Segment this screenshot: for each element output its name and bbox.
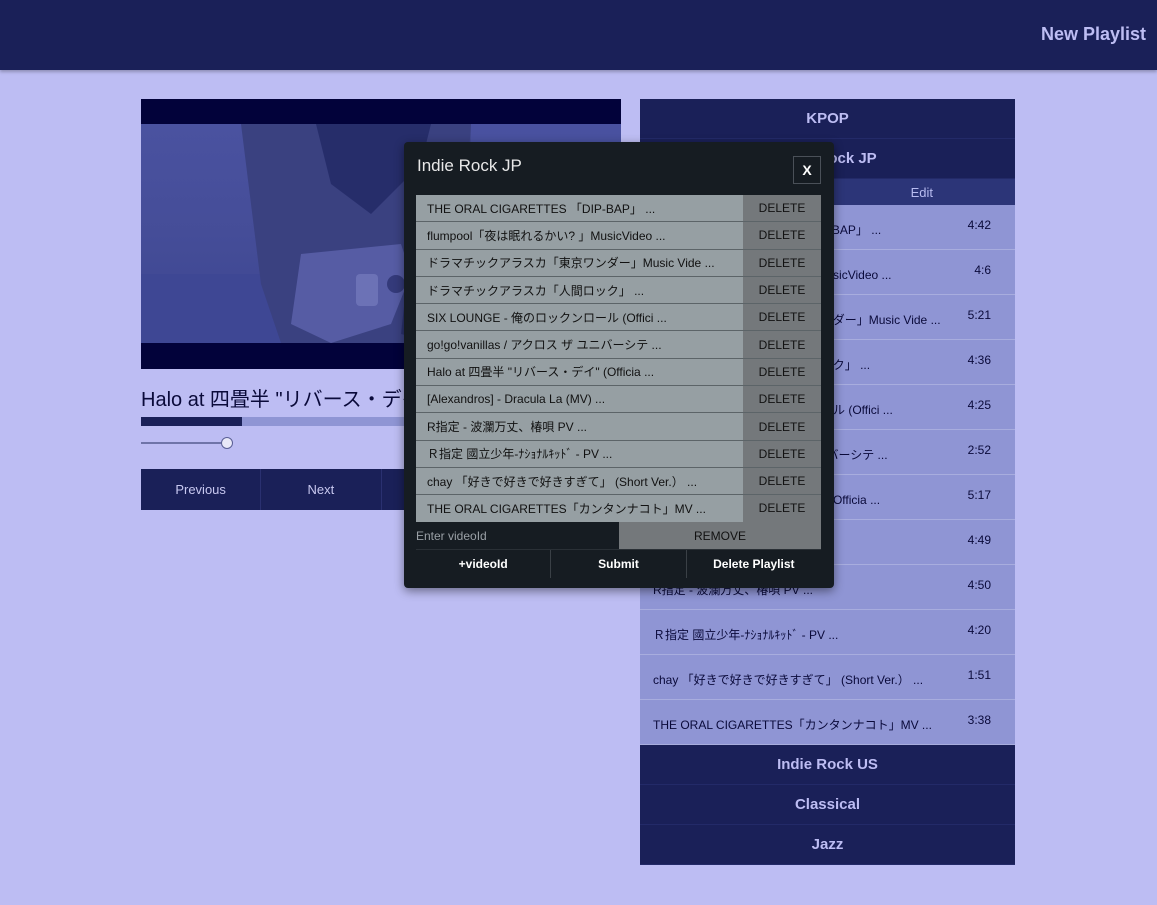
delete-track-button[interactable]: DELETE: [743, 440, 821, 467]
modal-track-row: go!go!vanillas / アクロス ザ ユニバーシテ ... DELETE: [416, 331, 821, 359]
modal-track-list: THE ORAL CIGARETTES 「DIP-BAP」 ... DELETE f…: [416, 195, 821, 523]
track-duration: 4:49: [967, 533, 991, 547]
modal-action-buttons: +videoId Submit Delete Playlist: [416, 549, 821, 578]
modal-track-row: ドラマチックアラスカ「東京ワンダー」Music Vide ... DELETE: [416, 249, 821, 277]
volume-track: [141, 442, 221, 444]
modal-track-title: flumpool「夜は眠れるかい? 」MusicVideo ...: [416, 222, 743, 249]
modal-track-row: Ｒ指定 國立少年-ﾅｼｮﾅﾙｷｯﾄﾞ - PV ... DELETE: [416, 440, 821, 468]
modal-title: Indie Rock JP: [417, 156, 522, 175]
playlist-header[interactable]: Jazz: [640, 825, 1015, 865]
delete-track-button[interactable]: DELETE: [743, 249, 821, 276]
track-duration: 2:52: [967, 443, 991, 457]
track-duration: 5:21: [967, 308, 991, 322]
modal-track-row: [Alexandros] - Dracula La (MV) ... DELETE: [416, 386, 821, 414]
delete-playlist-button[interactable]: Delete Playlist: [687, 550, 821, 578]
submit-button[interactable]: Submit: [551, 550, 687, 578]
track-duration: 1:51: [967, 668, 991, 682]
delete-track-button[interactable]: DELETE: [743, 358, 821, 386]
track-row[interactable]: chay 「好きで好きで好きすぎて」 (Short Ver.） ... 1:51: [640, 655, 1015, 700]
new-playlist-button[interactable]: New Playlist: [1041, 24, 1146, 45]
delete-track-button[interactable]: DELETE: [743, 386, 821, 413]
track-title: Ｒ指定 國立少年-ﾅｼｮﾅﾙｷｯﾄﾞ - PV ...: [653, 628, 839, 642]
modal-track-title: ドラマチックアラスカ「東京ワンダー」Music Vide ...: [416, 249, 743, 276]
next-button[interactable]: Next: [261, 469, 382, 510]
top-bar: New Playlist: [0, 0, 1157, 70]
track-duration: 5:17: [967, 488, 991, 502]
modal-track-title: THE ORAL CIGARETTES 「DIP-BAP」 ...: [416, 195, 743, 222]
track-duration: 4:20: [967, 623, 991, 637]
previous-button[interactable]: Previous: [141, 469, 262, 510]
playlist-header[interactable]: Classical: [640, 785, 1015, 825]
track-duration: 4:42: [967, 218, 991, 232]
modal-track-title: THE ORAL CIGARETTES「カンタンナコト」MV ...: [416, 495, 743, 522]
modal-track-title: Ｒ指定 國立少年-ﾅｼｮﾅﾙｷｯﾄﾞ - PV ...: [416, 440, 743, 467]
modal-track-row: ドラマチックアラスカ「人間ロック」 ... DELETE: [416, 276, 821, 305]
modal-track-title: chay 「好きで好きで好きすぎて」 (Short Ver.） ...: [416, 467, 743, 495]
modal-track-row: flumpool「夜は眠れるかい? 」MusicVideo ... DELETE: [416, 222, 821, 250]
volume-slider[interactable]: [141, 437, 237, 449]
modal-track-title: ドラマチックアラスカ「人間ロック」 ...: [416, 276, 743, 304]
playlist-header[interactable]: KPOP: [640, 99, 1015, 139]
track-title: chay 「好きで好きで好きすぎて」 (Short Ver.） ...: [653, 673, 924, 687]
playlist-edit-modal: Indie Rock JP X THE ORAL CIGARETTES 「DIP…: [404, 142, 834, 588]
track-duration: 4:36: [967, 353, 991, 367]
modal-track-row: THE ORAL CIGARETTES「カンタンナコト」MV ... DELETE: [416, 495, 821, 523]
modal-track-title: R指定 - 波瀾万丈、椿唄 PV ...: [416, 413, 743, 440]
track-duration: 4:50: [967, 578, 991, 592]
add-video-id-button[interactable]: +videoId: [416, 550, 552, 578]
delete-track-button[interactable]: DELETE: [743, 467, 821, 495]
modal-track-row: SIX LOUNGE - 俺のロックンロール (Offici ... DELETE: [416, 304, 821, 332]
delete-track-button[interactable]: DELETE: [743, 413, 821, 440]
close-button[interactable]: X: [793, 156, 821, 184]
delete-track-button[interactable]: DELETE: [743, 331, 821, 358]
modal-track-title: [Alexandros] - Dracula La (MV) ...: [416, 386, 743, 413]
track-title: THE ORAL CIGARETTES「カンタンナコト」MV ...: [653, 718, 932, 732]
track-duration: 3:38: [967, 713, 991, 727]
playlist-header[interactable]: Indie Rock US: [640, 745, 1015, 785]
modal-track-row: R指定 - 波瀾万丈、椿唄 PV ... DELETE: [416, 413, 821, 441]
track-row[interactable]: Ｒ指定 國立少年-ﾅｼｮﾅﾙｷｯﾄﾞ - PV ... 4:20: [640, 610, 1015, 655]
modal-track-row: chay 「好きで好きで好きすぎて」 (Short Ver.） ... DELET…: [416, 467, 821, 496]
delete-track-button[interactable]: DELETE: [743, 495, 821, 522]
progress-fill: [141, 417, 242, 426]
modal-track-title: SIX LOUNGE - 俺のロックンロール (Offici ...: [416, 304, 743, 331]
modal-track-row: Halo at 四畳半 "リバース・デイ" (Officia ... DELETE: [416, 358, 821, 387]
track-duration: 4:25: [967, 398, 991, 412]
modal-track-row: THE ORAL CIGARETTES 「DIP-BAP」 ... DELETE: [416, 195, 821, 223]
modal-track-title: go!go!vanillas / アクロス ザ ユニバーシテ ...: [416, 331, 743, 358]
volume-knob[interactable]: [220, 437, 233, 449]
modal-track-title: Halo at 四畳半 "リバース・デイ" (Officia ...: [416, 358, 743, 386]
delete-track-button[interactable]: DELETE: [743, 195, 821, 222]
video-id-row: REMOVE: [416, 522, 821, 549]
track-row[interactable]: THE ORAL CIGARETTES「カンタンナコト」MV ... 3:38: [640, 700, 1015, 745]
delete-track-button[interactable]: DELETE: [743, 222, 821, 249]
remove-button[interactable]: REMOVE: [619, 522, 821, 549]
edit-button[interactable]: Edit: [911, 185, 933, 200]
track-duration: 4:6: [974, 263, 991, 277]
delete-track-button[interactable]: DELETE: [743, 304, 821, 331]
video-id-input[interactable]: [416, 522, 619, 549]
delete-track-button[interactable]: DELETE: [743, 276, 821, 304]
